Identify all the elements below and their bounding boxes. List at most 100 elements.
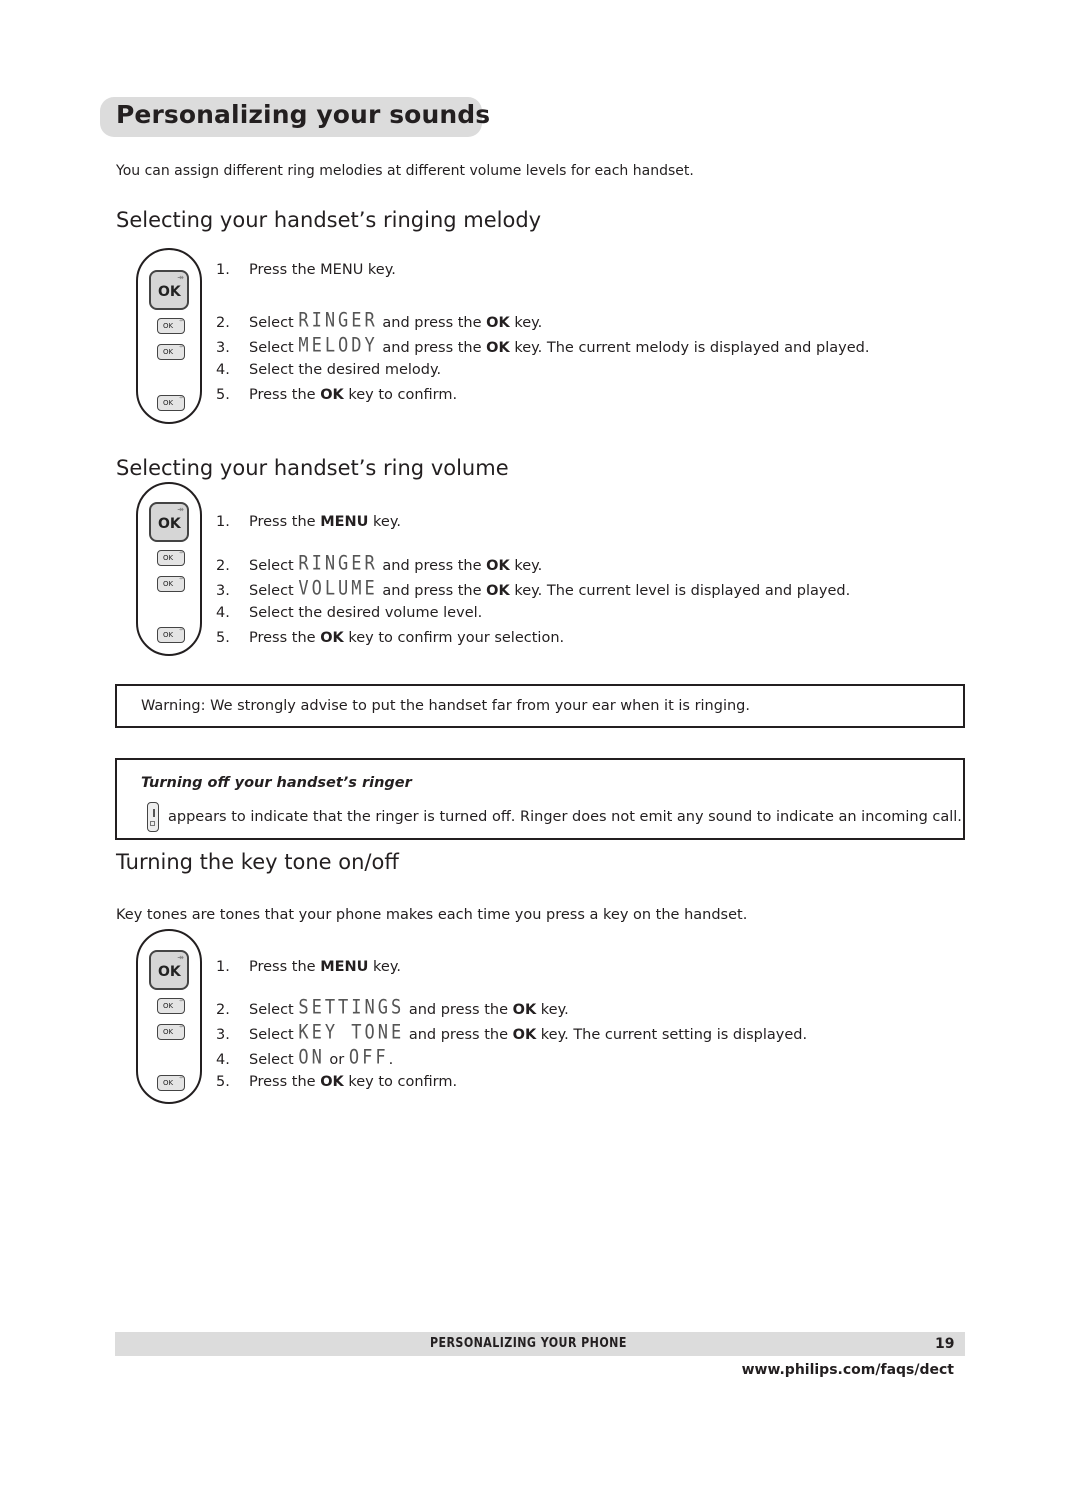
step-text: Press the bbox=[249, 387, 321, 403]
step-text: key. The current setting is displayed. bbox=[536, 1027, 808, 1043]
step-item: 5. Press the OK key to confirm your selec… bbox=[216, 630, 564, 646]
step-item: 5. Press the OK key to confirm. bbox=[216, 387, 457, 403]
step-text: Select bbox=[249, 1027, 299, 1043]
step-text: and press the bbox=[377, 583, 487, 599]
step-text: Select bbox=[249, 583, 299, 599]
step-text: key. bbox=[536, 1002, 569, 1018]
key-name: OK bbox=[486, 340, 510, 356]
warning-text: Warning: We strongly advise to put the h… bbox=[141, 698, 750, 714]
lcd-display-text: OFF bbox=[348, 1046, 389, 1069]
key-name: MENU bbox=[320, 514, 369, 530]
step-item: 1. Press the MENU key. bbox=[216, 514, 401, 530]
step-text: Select bbox=[249, 558, 299, 574]
step-number: 4. bbox=[216, 605, 230, 621]
ok-key-small-icon: OK ↠ bbox=[157, 344, 185, 360]
key-name: OK bbox=[320, 1074, 344, 1090]
step-text: Press the bbox=[249, 630, 321, 646]
key-name: OK bbox=[512, 1002, 537, 1018]
section-heading-key-tone: Turning the key tone on/off bbox=[116, 850, 399, 874]
step-text: key. The current level is displayed and … bbox=[509, 583, 851, 599]
step-text: Press the bbox=[249, 959, 321, 975]
step-number: 5. bbox=[216, 387, 230, 403]
footer-url[interactable]: www.philips.com/faqs/dect bbox=[740, 1362, 954, 1378]
page-number: 19 bbox=[935, 1336, 955, 1352]
step-text: and press the bbox=[404, 1027, 513, 1043]
lcd-display-text: RINGER bbox=[298, 552, 378, 575]
ok-key-small-icon: OK ↠ bbox=[157, 395, 185, 411]
key-name: OK bbox=[512, 1027, 537, 1043]
section-heading-melody: Selecting your handset’s ringing melody bbox=[116, 208, 542, 232]
step-text: . bbox=[388, 1052, 394, 1068]
step-text: Press the bbox=[249, 514, 321, 530]
key-name: OK bbox=[486, 315, 510, 331]
section-heading-volume: Selecting your handset’s ring volume bbox=[116, 456, 509, 480]
step-number: 3. bbox=[216, 340, 230, 356]
step-text: Select the desired melody. bbox=[249, 362, 442, 378]
warning-box: Warning: We strongly advise to put the h… bbox=[115, 684, 965, 728]
lcd-display-text: SETTINGS bbox=[298, 996, 405, 1019]
step-text: and press the bbox=[377, 558, 487, 574]
step-number: 4. bbox=[216, 1052, 230, 1068]
step-text: and press the bbox=[404, 1002, 513, 1018]
step-item: 3. Select VOLUME and press the OK key. Th… bbox=[216, 577, 851, 600]
key-name: OK bbox=[486, 583, 510, 599]
lcd-display-text: KEY TONE bbox=[298, 1021, 405, 1044]
ok-key-small-icon: OK ↠ bbox=[157, 550, 185, 566]
lcd-display-text: VOLUME bbox=[298, 577, 378, 600]
note-text: appears to indicate that the ringer is t… bbox=[168, 809, 962, 825]
step-number: 2. bbox=[216, 1002, 230, 1018]
key-name: MENU bbox=[320, 959, 369, 975]
ok-key-small-icon: OK ↠ bbox=[157, 627, 185, 643]
step-item: 3. Select MELODY and press the OK key. Th… bbox=[216, 334, 870, 357]
page-intro: You can assign different ring melodies a… bbox=[116, 163, 694, 179]
ok-key-small-icon: OK ↠ bbox=[157, 998, 185, 1014]
lcd-display-text: RINGER bbox=[298, 309, 378, 332]
step-number: 2. bbox=[216, 558, 230, 574]
step-text: Press the bbox=[249, 1074, 321, 1090]
step-item: 1. Press the MENU key. bbox=[216, 959, 401, 975]
step-item: 4. Select ON or OFF. bbox=[216, 1046, 394, 1069]
step-item: 4. Select the desired volume level. bbox=[216, 605, 482, 621]
ok-key-small-icon: OK ↠ bbox=[157, 318, 185, 334]
step-number: 5. bbox=[216, 630, 230, 646]
step-text: Press the MENU key. bbox=[249, 262, 396, 278]
step-number: 1. bbox=[216, 514, 230, 530]
step-text: Select bbox=[249, 340, 299, 356]
page-title: Personalizing your sounds bbox=[116, 100, 491, 129]
ok-key-small-icon: OK ↠ bbox=[157, 1075, 185, 1091]
ok-key-icon: OK ↠ bbox=[149, 270, 189, 310]
ringer-off-icon bbox=[147, 802, 159, 832]
step-number: 4. bbox=[216, 362, 230, 378]
step-item: 2. Select RINGER and press the OK key. bbox=[216, 552, 542, 575]
handset-keys-illustration: OK ↠ OK ↠ OK ↠ OK ↠ bbox=[136, 248, 202, 424]
step-item: 2. Select RINGER and press the OK key. bbox=[216, 309, 543, 332]
step-text: key. bbox=[368, 514, 401, 530]
step-number: 1. bbox=[216, 262, 230, 278]
step-text: and press the bbox=[377, 340, 487, 356]
step-number: 1. bbox=[216, 959, 230, 975]
step-text: Select the desired volume level. bbox=[249, 605, 483, 621]
step-number: 5. bbox=[216, 1074, 230, 1090]
ok-key-small-icon: OK ↠ bbox=[157, 1024, 185, 1040]
ok-key-icon: OK ↠ bbox=[149, 502, 189, 542]
key-tone-intro: Key tones are tones that your phone make… bbox=[116, 907, 748, 923]
step-text: or bbox=[324, 1052, 349, 1068]
key-name: OK bbox=[486, 558, 510, 574]
key-name: OK bbox=[320, 387, 344, 403]
ok-key-icon: OK ↠ bbox=[149, 950, 189, 990]
step-text: key. The current melody is displayed and… bbox=[509, 340, 870, 356]
step-item: 3. Select KEY TONE and press the OK key. … bbox=[216, 1021, 808, 1044]
lcd-display-text: MELODY bbox=[298, 334, 378, 357]
note-box: Turning off your handset’s ringer appear… bbox=[115, 758, 965, 840]
step-number: 3. bbox=[216, 1027, 230, 1043]
step-number: 2. bbox=[216, 315, 230, 331]
lcd-display-text: ON bbox=[298, 1046, 325, 1069]
step-text: Select bbox=[249, 1052, 299, 1068]
step-item: 2. Select SETTINGS and press the OK key. bbox=[216, 996, 569, 1019]
note-title: Turning off your handset’s ringer bbox=[141, 775, 412, 791]
handset-keys-illustration: OK ↠ OK ↠ OK ↠ OK ↠ bbox=[136, 482, 202, 656]
step-item: 1. Press the MENU key. bbox=[216, 262, 396, 278]
handset-keys-illustration: OK ↠ OK ↠ OK ↠ OK ↠ bbox=[136, 929, 202, 1104]
step-text: Select bbox=[249, 315, 299, 331]
step-text: key. bbox=[509, 315, 543, 331]
